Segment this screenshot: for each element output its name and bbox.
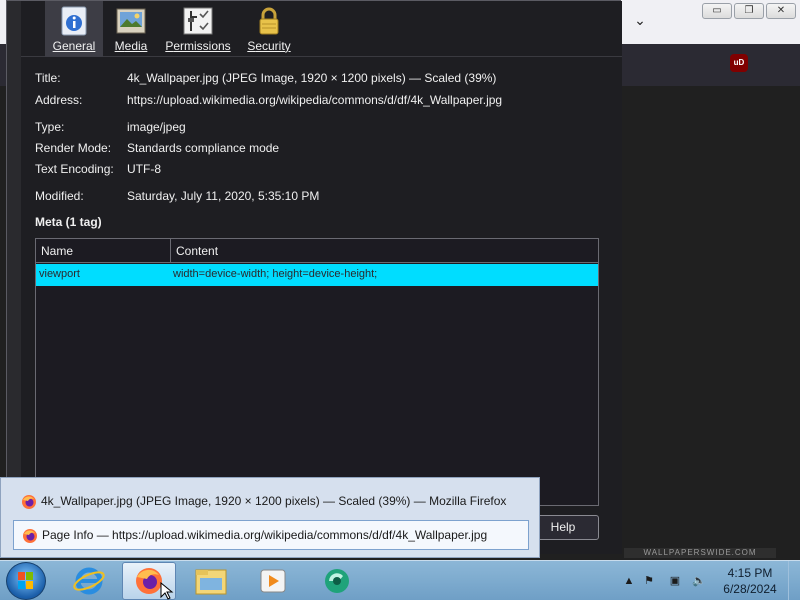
column-separator[interactable] bbox=[170, 239, 171, 263]
show-hidden-icons-icon[interactable]: ▲ bbox=[622, 575, 636, 587]
text-encoding-label: Text Encoding: bbox=[35, 162, 114, 176]
tab-media[interactable]: Media bbox=[109, 1, 153, 57]
table-header: Name Content bbox=[36, 239, 598, 263]
firefox-icon bbox=[23, 529, 37, 543]
window-list-item-firefox[interactable]: 4k_Wallpaper.jpg (JPEG Image, 1920 × 120… bbox=[13, 487, 529, 517]
column-header-name[interactable]: Name bbox=[41, 244, 73, 258]
internet-explorer-icon bbox=[73, 567, 105, 595]
taskbar-internet-explorer[interactable] bbox=[62, 562, 116, 600]
clock-date: 6/28/2024 bbox=[723, 582, 777, 596]
tab-security-label: Security bbox=[247, 39, 291, 53]
table-row[interactable]: viewport width=device-width; height=devi… bbox=[36, 264, 598, 286]
tab-media-label: Media bbox=[114, 39, 148, 53]
meta-name-cell: viewport bbox=[39, 268, 80, 280]
modified-label: Modified: bbox=[35, 189, 84, 203]
tab-general-label: General bbox=[52, 39, 96, 53]
tab-permissions-label: Permissions bbox=[165, 39, 231, 53]
volume-muted-icon[interactable]: 🔈 bbox=[692, 575, 706, 587]
meta-table[interactable]: Name Content viewport width=device-width… bbox=[35, 238, 599, 506]
text-encoding-value[interactable]: UTF-8 bbox=[127, 162, 161, 176]
info-icon bbox=[61, 6, 87, 36]
media-icon bbox=[116, 8, 146, 34]
dialog-tabs: General Media Permissions Security bbox=[21, 1, 622, 57]
title-label: Title: bbox=[35, 71, 61, 85]
tab-permissions[interactable]: Permissions bbox=[161, 1, 235, 57]
start-button[interactable] bbox=[6, 562, 46, 600]
meta-heading: Meta (1 tag) bbox=[35, 215, 102, 229]
action-center-flag-icon[interactable]: ⚑ bbox=[642, 575, 656, 587]
taskbar-app[interactable] bbox=[308, 562, 362, 600]
media-player-icon bbox=[260, 569, 286, 593]
file-explorer-icon bbox=[195, 569, 227, 595]
clock-time: 4:15 PM bbox=[727, 566, 773, 580]
column-header-content[interactable]: Content bbox=[176, 244, 218, 258]
type-label: Type: bbox=[35, 120, 65, 134]
restore-button[interactable]: ❐ bbox=[734, 3, 764, 19]
taskbar: ▲ ⚑ ▣ 🔈 4:15 PM 6/28/2024 bbox=[0, 560, 800, 600]
ublock-icon[interactable]: uD bbox=[730, 54, 748, 72]
system-clock[interactable]: 4:15 PM 6/28/2024 bbox=[718, 565, 782, 597]
show-desktop-button[interactable] bbox=[788, 561, 800, 600]
lock-icon bbox=[259, 7, 279, 35]
minimize-button[interactable]: ▭ bbox=[702, 3, 732, 19]
render-mode-value[interactable]: Standards compliance mode bbox=[127, 141, 279, 155]
wallpaper-watermark: WALLPAPERSWIDE.COM bbox=[624, 548, 776, 558]
window-list-item-page-info[interactable]: Page Info — https://upload.wikimedia.org… bbox=[13, 520, 529, 550]
title-value[interactable]: 4k_Wallpaper.jpg (JPEG Image, 1920 × 120… bbox=[127, 71, 496, 85]
taskbar-file-explorer[interactable] bbox=[184, 562, 238, 600]
address-label: Address: bbox=[35, 93, 83, 107]
window-list-item-label: Page Info — https://upload.wikimedia.org… bbox=[42, 528, 488, 542]
windows-logo-icon bbox=[18, 572, 33, 589]
address-value[interactable]: https://upload.wikimedia.org/wikipedia/c… bbox=[127, 93, 502, 107]
network-icon[interactable]: ▣ bbox=[668, 575, 682, 587]
firefox-icon bbox=[22, 495, 36, 509]
taskbar-window-list: 4k_Wallpaper.jpg (JPEG Image, 1920 × 120… bbox=[0, 477, 540, 558]
list-all-tabs-icon[interactable]: ⌄ bbox=[632, 12, 648, 28]
app-icon bbox=[325, 569, 349, 593]
modified-value[interactable]: Saturday, July 11, 2020, 5:35:10 PM bbox=[127, 189, 319, 203]
type-value[interactable]: image/jpeg bbox=[127, 120, 186, 134]
taskbar-media-player[interactable] bbox=[246, 562, 300, 600]
tab-security[interactable]: Security bbox=[241, 1, 297, 57]
tab-general[interactable]: General bbox=[45, 1, 103, 57]
render-mode-label: Render Mode: bbox=[35, 141, 112, 155]
page-info-dialog: General Media Permissions Security Title… bbox=[6, 0, 622, 554]
permissions-icon bbox=[183, 7, 213, 35]
mouse-cursor-icon bbox=[160, 582, 174, 600]
meta-content-cell: width=device-width; height=device-height… bbox=[173, 268, 378, 280]
close-button[interactable]: ✕ bbox=[766, 3, 796, 19]
window-list-item-label: 4k_Wallpaper.jpg (JPEG Image, 1920 × 120… bbox=[41, 494, 507, 508]
